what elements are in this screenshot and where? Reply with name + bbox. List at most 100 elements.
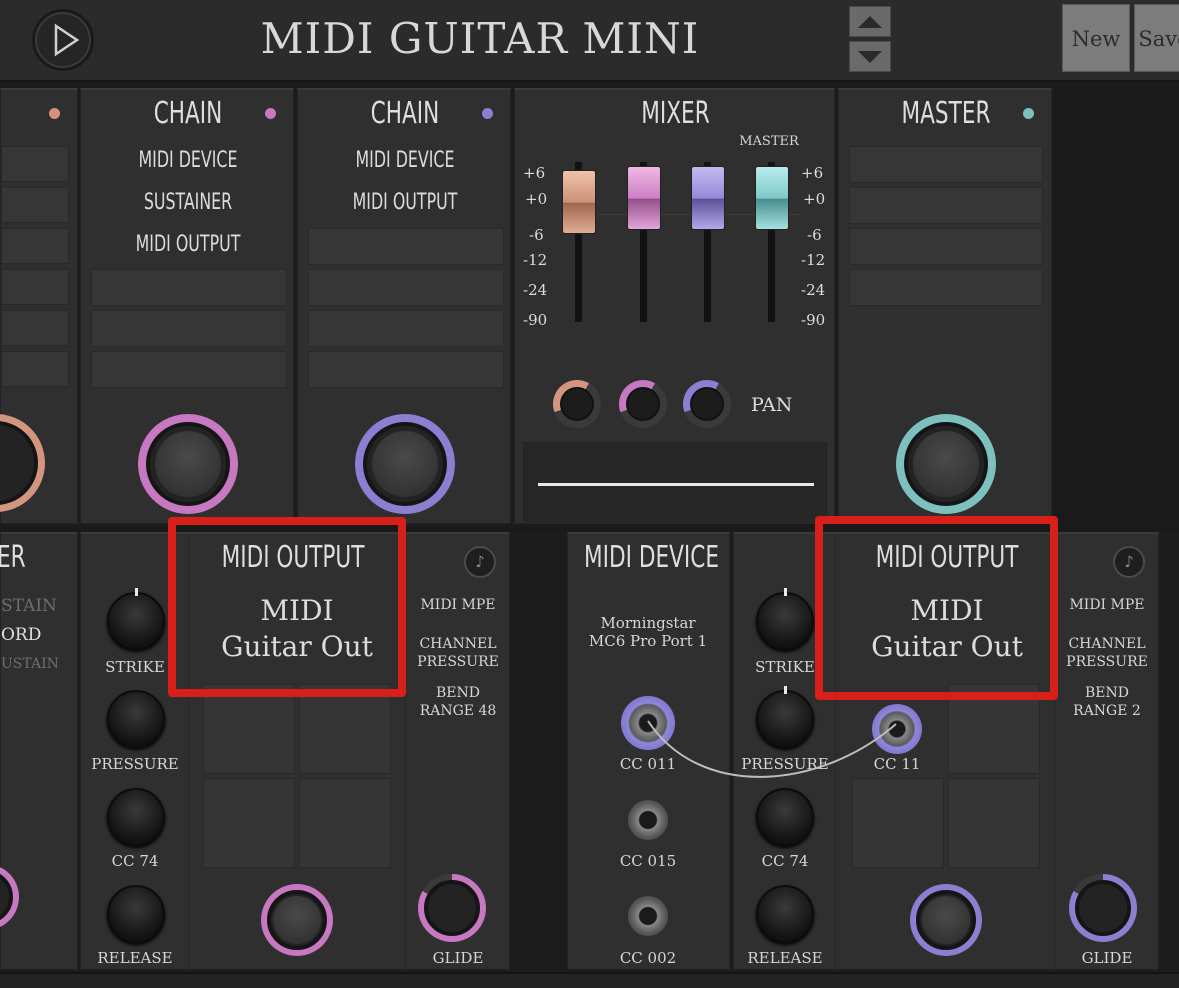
master-volume-knob[interactable] <box>896 414 996 514</box>
slot <box>1 146 69 182</box>
pad[interactable] <box>299 778 391 868</box>
slot <box>1 228 69 264</box>
pad[interactable] <box>203 778 295 868</box>
midi-device-panel: MIDI DEVICE Morningstar MC6 Pro Port 1 C… <box>567 532 730 970</box>
empty-slot[interactable] <box>849 269 1043 306</box>
option-bend-range[interactable]: BEND RANGE 2 <box>1061 684 1153 720</box>
highlight-box <box>815 516 1058 700</box>
empty-slot[interactable] <box>849 187 1043 224</box>
port-label: CC 11 <box>873 755 921 773</box>
cc015-port[interactable] <box>628 800 668 840</box>
chain-item[interactable]: MIDI DEVICE <box>319 148 490 173</box>
play-button[interactable] <box>32 9 94 71</box>
scale-label: -24 <box>801 281 826 299</box>
scale-label: -12 <box>801 251 826 269</box>
option-mpe[interactable]: MIDI MPE <box>406 596 510 614</box>
chain3-fader[interactable] <box>691 166 725 230</box>
pad[interactable] <box>299 684 391 774</box>
cc002-port[interactable] <box>628 896 668 936</box>
scale-label: +6 <box>801 164 824 182</box>
empty-slot[interactable] <box>308 269 504 306</box>
release-knob[interactable] <box>756 885 814 943</box>
pad[interactable] <box>852 778 944 868</box>
empty-slot[interactable] <box>91 269 287 306</box>
chain-volume-knob[interactable] <box>0 414 45 512</box>
knob-label: GLIDE <box>1081 949 1133 967</box>
master-fader[interactable] <box>755 166 789 230</box>
chain-panel-1: CHAIN MIDI DEVICE SUSTAINER MIDI OUTPUT <box>80 88 294 524</box>
knob-label: PRESSURE <box>91 755 179 773</box>
level-meter <box>523 442 827 522</box>
metronome-icon[interactable]: ♪ <box>1113 546 1145 578</box>
preset-down-button[interactable] <box>849 41 891 72</box>
option-item[interactable]: STAIN <box>1 596 57 616</box>
panel-title: CHAIN <box>370 96 440 131</box>
empty-slot[interactable] <box>849 228 1043 265</box>
knob-label: GLIDE <box>432 949 484 967</box>
empty-area <box>1055 88 1179 524</box>
cc011-port[interactable] <box>621 696 675 750</box>
option-channel-pressure[interactable]: CHANNEL PRESSURE <box>412 635 504 671</box>
scale-label: -90 <box>523 311 548 329</box>
pad[interactable] <box>203 684 295 774</box>
panel-title: CHAIN <box>153 96 223 131</box>
gap <box>512 532 566 970</box>
chain-item[interactable]: SUSTAINER <box>102 190 273 215</box>
chain2-fader[interactable] <box>627 166 661 230</box>
strike-knob[interactable] <box>756 588 814 650</box>
pan-label: PAN <box>751 394 793 416</box>
pan-knob-3[interactable] <box>683 380 731 428</box>
mixer-panel: MIXER MASTER +6 +0 -6 -12 -24 -90 +6 +0 … <box>514 88 835 524</box>
app-title: MIDI GUITAR MINI <box>260 14 700 63</box>
options-column: ♪ MIDI MPE CHANNEL PRESSURE BEND RANGE 4… <box>405 534 511 972</box>
knob-label: PRESSURE <box>741 755 829 773</box>
output-volume-knob[interactable] <box>910 884 982 956</box>
glide-knob[interactable] <box>1069 874 1137 942</box>
chain-item[interactable]: MIDI OUTPUT <box>102 232 273 257</box>
output-volume-knob[interactable] <box>261 884 333 956</box>
chain-volume-knob[interactable] <box>355 414 455 514</box>
new-button[interactable]: New <box>1062 4 1130 72</box>
preset-up-button[interactable] <box>849 6 891 37</box>
option-item[interactable]: USTAIN <box>1 656 59 672</box>
slot <box>1 310 69 346</box>
scale-label: +0 <box>525 190 548 208</box>
release-knob[interactable] <box>107 885 165 943</box>
save-button[interactable]: Save <box>1134 4 1179 72</box>
glide-knob[interactable] <box>418 874 486 942</box>
chain-item[interactable]: MIDI OUTPUT <box>319 190 490 215</box>
chain-item[interactable]: MIDI DEVICE <box>102 148 273 173</box>
pad[interactable] <box>948 778 1040 868</box>
empty-slot[interactable] <box>308 228 504 265</box>
option-item[interactable]: ORD <box>1 625 41 645</box>
empty-slot[interactable] <box>308 310 504 347</box>
device-name[interactable]: Morningstar <box>568 614 728 632</box>
chain-volume-knob[interactable] <box>138 414 238 514</box>
color-dot <box>49 108 60 119</box>
scale-label: +0 <box>803 190 826 208</box>
panel-title: MASTER <box>901 96 991 131</box>
strike-knob[interactable] <box>107 588 165 650</box>
chain-panel-2: CHAIN MIDI DEVICE MIDI OUTPUT <box>297 88 511 524</box>
option-mpe[interactable]: MIDI MPE <box>1055 596 1159 614</box>
pan-knob-1[interactable] <box>553 380 601 428</box>
chevron-down-icon <box>858 51 882 63</box>
metronome-icon[interactable]: ♪ <box>464 546 496 578</box>
cc74-knob[interactable] <box>756 788 814 846</box>
pressure-knob[interactable] <box>756 686 814 748</box>
chain1-fader[interactable] <box>562 170 596 234</box>
option-bend-range[interactable]: BEND RANGE 48 <box>412 684 504 720</box>
pan-knob-2[interactable] <box>619 380 667 428</box>
empty-slot[interactable] <box>91 310 287 347</box>
option-channel-pressure[interactable]: CHANNEL PRESSURE <box>1061 635 1153 671</box>
cc74-knob[interactable] <box>107 788 165 846</box>
empty-slot[interactable] <box>91 351 287 388</box>
empty-slot[interactable] <box>308 351 504 388</box>
cc11-port[interactable] <box>872 704 922 754</box>
device-name[interactable]: MC6 Pro Port 1 <box>568 632 728 650</box>
volume-knob[interactable] <box>0 864 19 930</box>
empty-slot[interactable] <box>849 146 1043 183</box>
knob-label: CC 74 <box>761 852 809 870</box>
knob-label: RELEASE <box>747 949 823 967</box>
pressure-knob[interactable] <box>107 690 165 748</box>
